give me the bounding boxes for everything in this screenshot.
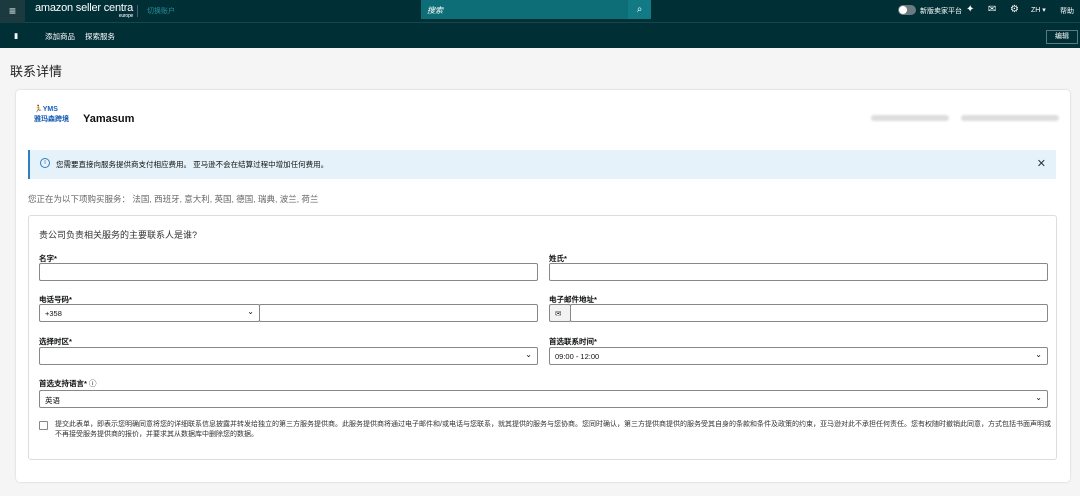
info-alert: i 您需要直接向服务提供商支付相应费用。 亚马逊不会在结算过程中增加任何费用。 …	[28, 150, 1056, 179]
consent-text: 提交此表单，即表示您明确同意将您的详细联系信息披露并转发给独立的第三方服务提供商…	[55, 421, 1051, 438]
logo-region: europe	[118, 13, 134, 19]
amazon-logo[interactable]: amazon seller centra europe	[35, 2, 133, 19]
provider-name: Yamasum	[83, 113, 135, 125]
form-question: 贵公司负责相关服务的主要联系人是谁?	[39, 230, 198, 240]
consent-checkbox[interactable]	[39, 421, 48, 430]
new-platform-toggle[interactable]	[898, 5, 916, 15]
language-value: 英语	[45, 396, 60, 405]
language-select[interactable]: 英语 ⌄	[39, 390, 1048, 408]
top-bar: ≡ amazon seller centra europe 切换账户 搜索 ⌕ 新…	[0, 0, 1080, 23]
gear-icon[interactable]: ⚙	[1010, 4, 1019, 15]
nav-explore-services[interactable]: 探索服务	[85, 31, 115, 42]
chevron-down-icon: ⌄	[525, 350, 532, 359]
phone-code-value: +358	[45, 309, 62, 318]
phone-code-select[interactable]: +358 ⌄	[39, 304, 260, 322]
mail-icon: ✉	[549, 304, 571, 322]
help-icon[interactable]: ⓘ	[89, 379, 97, 388]
contact-form: 贵公司负责相关服务的主要联系人是谁? 名字* 姓氏* 电话号码* +358 ⌄ 电…	[28, 215, 1057, 460]
contact-time-value: 09:00 - 12:00	[555, 352, 600, 361]
edit-button[interactable]: 编辑	[1046, 30, 1078, 44]
language-label: ZH	[1031, 7, 1041, 14]
blurred-info	[871, 115, 949, 121]
bookmark-icon[interactable]: ▮	[14, 31, 18, 40]
blurred-info	[961, 115, 1059, 121]
info-icon: i	[40, 158, 50, 168]
sub-nav: ▮ 添加商品 探索服务	[0, 23, 1080, 48]
chevron-down-icon: ⌄	[247, 307, 254, 316]
email-input[interactable]	[570, 304, 1048, 322]
divider	[137, 5, 138, 17]
contact-time-label: 首选联系时间*	[549, 337, 597, 346]
new-platform-label: 新版卖家平台	[920, 8, 962, 15]
phone-input[interactable]	[259, 304, 538, 322]
contact-card: 🏃YMS 雅玛森跨境 Yamasum i 您需要直接向服务提供商支付相应费用。 亚…	[16, 90, 1070, 482]
switch-account-link[interactable]: 切换账户	[147, 6, 175, 16]
last-name-input[interactable]	[549, 263, 1048, 281]
page-title: 联系详情	[10, 64, 63, 79]
first-name-input[interactable]	[39, 263, 538, 281]
nav-add-products[interactable]: 添加商品	[45, 31, 75, 42]
contact-time-select[interactable]: 09:00 - 12:00 ⌄	[549, 347, 1048, 365]
mail-icon[interactable]: ✉	[988, 4, 996, 15]
chevron-down-icon: ⌄	[1035, 393, 1042, 402]
language-select[interactable]: ZH ▾	[1031, 6, 1046, 14]
timezone-select[interactable]: ⌄	[39, 347, 538, 365]
search-icon: ⌕	[636, 4, 643, 15]
search-button[interactable]: ⌕	[628, 0, 651, 19]
help-link[interactable]: 帮助	[1060, 6, 1074, 16]
alert-text: 您需要直接向服务提供商支付相应费用。 亚马逊不会在结算过程中增加任何费用。	[56, 160, 329, 169]
search-input[interactable]: 搜索	[421, 0, 651, 19]
menu-icon[interactable]: ≡	[0, 0, 25, 23]
services-text: 您正在为以下项购买服务： 法国, 西班牙, 意大利, 英国, 德国, 瑞典, 波…	[28, 194, 319, 204]
chevron-down-icon: ⌄	[1035, 350, 1042, 359]
provider-logo: 🏃YMS 雅玛森跨境	[34, 106, 69, 123]
language-label-text: 首选支持语言*	[39, 379, 87, 388]
sparkle-icon[interactable]: ✦	[966, 4, 974, 15]
close-icon[interactable]: ✕	[1037, 157, 1046, 170]
timezone-label: 选择时区*	[39, 337, 72, 346]
language-label: 首选支持语言* ⓘ	[39, 378, 97, 389]
